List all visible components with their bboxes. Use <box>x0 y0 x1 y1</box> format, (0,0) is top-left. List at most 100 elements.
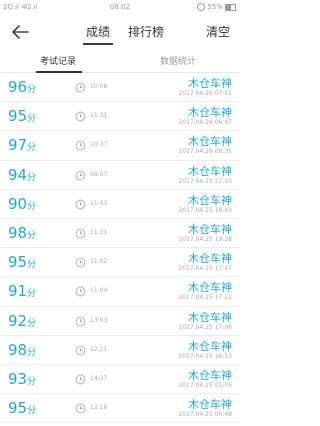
exam-time: 17:47 <box>214 265 232 273</box>
clock-icon <box>75 257 86 268</box>
subtab-exam-records[interactable]: 考试记录 <box>40 54 76 67</box>
list-item[interactable]: 98分 11:31 木仓车神 2017.04.25 19:28 <box>0 219 240 249</box>
battery-icon <box>225 3 236 11</box>
list-item[interactable]: 96分 10:08 木仓车神 2017.04.26 07:51 <box>0 73 240 103</box>
exam-time: 19:43 <box>214 206 232 214</box>
list-item[interactable]: 93分 14:37 木仓车神 2017.04.25 01:05 <box>0 365 240 395</box>
record-list[interactable]: 96分 10:08 木仓车神 2017.04.26 07:51 95分 11:31 木仓车神… <box>0 73 240 426</box>
clock-icon <box>75 286 86 297</box>
exam-datetime: 2017.04.25 00:48 <box>178 411 232 418</box>
user-name: 木仓车神 <box>188 193 232 207</box>
user-name: 木仓车神 <box>188 106 232 120</box>
score-unit: 分 <box>27 260 37 271</box>
exam-date: 2017.04.25 <box>178 323 213 331</box>
score-unit: 分 <box>27 85 37 95</box>
score: 90分 <box>8 194 36 213</box>
clock-icon <box>75 199 86 210</box>
subtab-statistics[interactable]: 数据统计 <box>160 54 196 67</box>
tab-score[interactable]: 成绩 <box>86 23 110 40</box>
score-value: 96 <box>8 78 28 96</box>
clock-icon <box>75 170 86 180</box>
exam-datetime: 2017.04.25 17:22 <box>178 294 232 301</box>
arrow-left-icon[interactable] <box>8 20 32 44</box>
list-item[interactable]: 94分 09:57 木仓车神 2017.04.25 22:10 <box>0 161 240 190</box>
score-unit: 分 <box>27 114 37 125</box>
user-name: 木仓车神 <box>188 310 232 324</box>
clock-icon <box>75 141 86 151</box>
status-right: 55% <box>197 3 236 11</box>
clock-icon <box>75 403 86 414</box>
score-value: 94 <box>8 165 28 184</box>
exam-datetime: 2017.04.25 19:28 <box>178 236 232 243</box>
exam-datetime: 2017.04.26 07:51 <box>178 90 232 97</box>
user-name: 木仓车神 <box>188 164 232 178</box>
clock-icon <box>75 111 86 122</box>
score-unit: 分 <box>27 201 37 212</box>
exam-time: 01:05 <box>214 381 232 389</box>
exam-duration: 10:08 <box>90 83 108 90</box>
score: 92分 <box>8 311 36 330</box>
exam-duration: 09:57 <box>90 170 108 178</box>
score: 98分 <box>8 340 36 359</box>
list-item[interactable]: 95分 11:02 木仓车神 2017.04.25 17:47 <box>0 248 240 278</box>
battery-level: 55% <box>207 3 223 11</box>
exam-date: 2017.04.25 <box>178 411 213 419</box>
exam-time: 07:51 <box>214 90 232 97</box>
score: 95分 <box>8 252 36 271</box>
exam-time: 17:06 <box>214 323 232 331</box>
list-item[interactable]: 91分 11:04 木仓车神 2017.04.25 17:22 <box>0 277 240 307</box>
user-name: 木仓车神 <box>188 252 232 266</box>
exam-duration: 11:04 <box>90 287 108 295</box>
score: 95分 <box>8 106 36 125</box>
score-unit: 分 <box>27 406 37 417</box>
score: 95分 <box>8 398 36 417</box>
clock-icon <box>75 345 86 356</box>
status-bar: 2G.ıl 4G.ıl 08:02 55% <box>0 0 240 16</box>
exam-datetime: 2017.04.25 19:43 <box>178 207 232 214</box>
list-item[interactable]: 90分 11:43 木仓车神 2017.04.25 19:43 <box>0 190 240 219</box>
exam-date: 2017.04.25 <box>178 352 213 360</box>
clear-button[interactable]: 清空 <box>206 23 230 40</box>
score-value: 97 <box>8 136 28 155</box>
score: 94分 <box>8 165 36 184</box>
exam-datetime: 2017.04.25 17:06 <box>178 324 232 331</box>
user-name: 木仓车神 <box>188 368 232 382</box>
exam-date: 2017.04.25 <box>178 381 213 389</box>
exam-date: 2017.04.25 <box>178 235 213 243</box>
score-unit: 分 <box>27 289 37 300</box>
list-item[interactable]: 95分 12:18 木仓车神 2017.04.25 00:48 <box>0 394 240 424</box>
score-unit: 分 <box>27 172 37 183</box>
user-name: 木仓车神 <box>188 135 232 149</box>
list-item[interactable]: 95分 11:31 木仓车神 2017.04.26 06:47 <box>0 102 240 132</box>
list-item[interactable]: 98分 12:21 木仓车神 2017.04.25 16:53 <box>0 336 240 365</box>
exam-time: 17:22 <box>214 294 232 302</box>
clock-icon <box>75 82 86 93</box>
score: 97分 <box>8 135 36 154</box>
score-unit: 分 <box>27 318 37 329</box>
exam-date: 2017.04.25 <box>178 177 213 185</box>
score-value: 93 <box>8 369 28 388</box>
exam-datetime: 2017.04.25 22:10 <box>178 178 232 185</box>
exam-date: 2017.04.25 <box>178 294 213 302</box>
exam-datetime: 2017.04.26 06:47 <box>178 119 232 126</box>
list-item[interactable]: 97分 10:37 木仓车神 2017.04.26 06:35 <box>0 131 240 161</box>
exam-duration: 10:37 <box>90 141 108 149</box>
score: 98分 <box>8 223 36 242</box>
exam-date: 2017.04.26 <box>178 119 213 127</box>
exam-time: 06:47 <box>214 119 232 127</box>
exam-date: 2017.04.26 <box>178 148 213 156</box>
exam-time: 00:48 <box>214 411 232 419</box>
exam-duration: 14:37 <box>90 374 108 382</box>
subtab-bar: 考试记录 数据统计 <box>0 50 240 73</box>
list-item[interactable]: 92分 13:03 木仓车神 2017.04.25 17:06 <box>0 307 240 336</box>
score-unit: 分 <box>27 376 37 387</box>
score-value: 90 <box>8 194 28 213</box>
exam-duration: 12:18 <box>90 404 108 412</box>
user-name: 木仓车神 <box>188 398 232 412</box>
exam-time: 16:53 <box>214 352 232 360</box>
tab-ranking[interactable]: 排行榜 <box>128 23 164 40</box>
score-value: 98 <box>8 223 28 242</box>
active-tab-indicator <box>83 43 113 45</box>
score-value: 95 <box>8 107 28 126</box>
score-unit: 分 <box>27 347 37 358</box>
